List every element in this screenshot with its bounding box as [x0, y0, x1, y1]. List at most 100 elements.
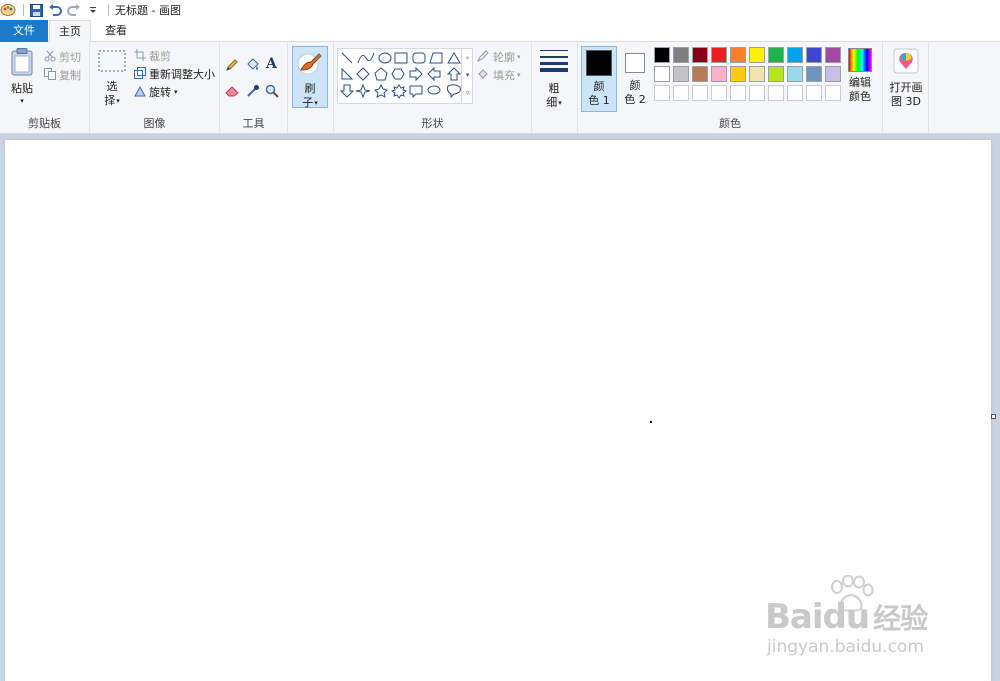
watermark-brand: Baidu 经验	[765, 597, 928, 637]
custom-color-slot[interactable]	[730, 85, 746, 101]
selection-rectangle-icon	[98, 50, 126, 76]
palette-color-swatch[interactable]	[768, 47, 784, 63]
eraser-icon[interactable]	[225, 85, 240, 100]
custom-color-slot[interactable]	[749, 85, 765, 101]
group-tools: A 工具	[220, 42, 288, 134]
palette-color-swatch[interactable]	[749, 47, 765, 63]
resize-button[interactable]: 重新调整大小	[134, 66, 215, 82]
palette-color-swatch[interactable]	[749, 66, 765, 82]
brushes-button[interactable]: 刷 子 ▾	[292, 46, 328, 109]
palette-color-swatch[interactable]	[654, 66, 670, 82]
color2-button[interactable]: 颜 色 2	[620, 46, 650, 112]
customize-quick-access-icon[interactable]	[85, 2, 101, 18]
custom-color-slot[interactable]	[806, 85, 822, 101]
watermark-url: jingyan.baidu.com	[767, 637, 924, 657]
custom-color-slot[interactable]	[711, 85, 727, 101]
rotate-button[interactable]: 旋转 ▾	[134, 84, 178, 100]
palette-color-swatch[interactable]	[806, 66, 822, 82]
brush-icon	[297, 50, 323, 80]
tools-group-label: 工具	[242, 117, 265, 130]
palette-color-swatch[interactable]	[825, 47, 841, 63]
custom-color-slot[interactable]	[654, 85, 670, 101]
select-button[interactable]: 选 择 ▾	[96, 50, 128, 110]
palette-color-swatch[interactable]	[787, 47, 803, 63]
fill-bucket-icon[interactable]	[245, 57, 260, 75]
cut-button[interactable]: 剪切	[44, 49, 81, 65]
palette-color-swatch[interactable]	[673, 47, 689, 63]
colors-group-label: 颜色	[719, 117, 741, 130]
save-icon[interactable]	[28, 2, 44, 18]
palette-color-swatch[interactable]	[692, 47, 708, 63]
group-size: 粗 细 ▾	[532, 42, 578, 134]
cut-label: 剪切	[59, 51, 81, 64]
palette-color-swatch[interactable]	[806, 47, 822, 63]
shapes-gallery	[337, 48, 473, 104]
palette-color-swatch[interactable]	[711, 66, 727, 82]
tab-view[interactable]: 查看	[96, 20, 136, 42]
pencil-icon[interactable]	[225, 58, 239, 75]
chevron-down-icon: ▾	[174, 88, 178, 96]
shapes-gallery-icons[interactable]	[338, 49, 474, 105]
palette-color-swatch[interactable]	[768, 66, 784, 82]
edit-colors-button[interactable]: 编辑 颜色	[844, 48, 876, 110]
shapes-scroll[interactable]: ▴ ▾ ▿	[461, 48, 473, 104]
palette-color-swatch[interactable]	[730, 47, 746, 63]
outline-pen-icon	[476, 49, 490, 65]
custom-color-slot[interactable]	[673, 85, 689, 101]
palette-color-swatch[interactable]	[711, 47, 727, 63]
chevron-down-icon: ▾	[517, 53, 521, 61]
custom-color-slot[interactable]	[787, 85, 803, 101]
color2-label-top: 颜	[629, 79, 641, 92]
paint-app-icon[interactable]	[0, 2, 16, 18]
paste-button[interactable]: 粘贴 ▾	[6, 48, 38, 108]
chevron-down-icon[interactable]: ▾	[462, 66, 473, 84]
canvas-resize-handle[interactable]	[991, 414, 996, 419]
size-button[interactable]: 粗 细 ▾	[538, 48, 570, 110]
shapes-group-label: 形状	[421, 117, 444, 130]
paint3d-icon	[893, 48, 919, 78]
expand-gallery-icon[interactable]: ▿	[462, 84, 473, 102]
undo-icon[interactable]	[47, 2, 63, 18]
custom-color-slot[interactable]	[768, 85, 784, 101]
resize-icon	[134, 66, 146, 82]
color1-button[interactable]: 颜 色 1	[581, 46, 617, 112]
custom-color-slot[interactable]	[692, 85, 708, 101]
copy-button[interactable]: 复制	[44, 67, 81, 83]
custom-color-slot[interactable]	[825, 85, 841, 101]
edit-colors-label-top: 编辑	[849, 76, 871, 89]
color-spectrum-icon	[848, 48, 872, 72]
color2-swatch	[625, 53, 645, 73]
palette-color-swatch[interactable]	[692, 66, 708, 82]
palette-color-swatch[interactable]	[673, 66, 689, 82]
color-palette	[654, 47, 844, 107]
redo-icon[interactable]	[66, 2, 82, 18]
palette-color-swatch[interactable]	[654, 47, 670, 63]
outline-button[interactable]: 轮廓 ▾	[476, 49, 521, 65]
select-label-top: 选	[106, 80, 118, 93]
canvas-dot	[650, 421, 652, 423]
palette-color-swatch[interactable]	[730, 66, 746, 82]
fill-button[interactable]: 填充 ▾	[477, 67, 521, 83]
palette-color-swatch[interactable]	[787, 66, 803, 82]
tab-file[interactable]: 文件	[0, 20, 48, 42]
group-clipboard: 粘贴 ▾ 剪切 复制 剪贴板	[0, 42, 90, 134]
group-colors: 颜 色 1 颜 色 2 编辑 颜色 颜色	[578, 42, 883, 134]
color-picker-icon[interactable]	[246, 84, 260, 101]
chevron-up-icon[interactable]: ▴	[462, 48, 473, 66]
copy-icon	[44, 67, 56, 83]
chevron-down-icon: ▾	[116, 97, 120, 105]
group-image: 选 择 ▾ 裁剪 重新调整大小 旋转 ▾ 图像	[90, 42, 220, 134]
size-label-top: 粗	[548, 82, 560, 95]
palette-color-swatch[interactable]	[825, 66, 841, 82]
size-label-bottom: 细	[546, 96, 558, 109]
open-paint3d-button[interactable]: 打开画 图 3D	[886, 48, 926, 110]
color2-label-bottom: 色 2	[624, 93, 646, 106]
text-tool-icon[interactable]: A	[266, 56, 277, 72]
crop-button[interactable]: 裁剪	[134, 48, 171, 64]
clipboard-icon	[6, 48, 38, 80]
magnifier-icon[interactable]	[265, 84, 279, 101]
watermark-brand-cn: 经验	[873, 602, 928, 635]
color1-label-bottom: 色 1	[588, 94, 610, 107]
tab-home[interactable]: 主页	[49, 20, 91, 43]
brushes-label-bottom: 子	[302, 96, 314, 109]
